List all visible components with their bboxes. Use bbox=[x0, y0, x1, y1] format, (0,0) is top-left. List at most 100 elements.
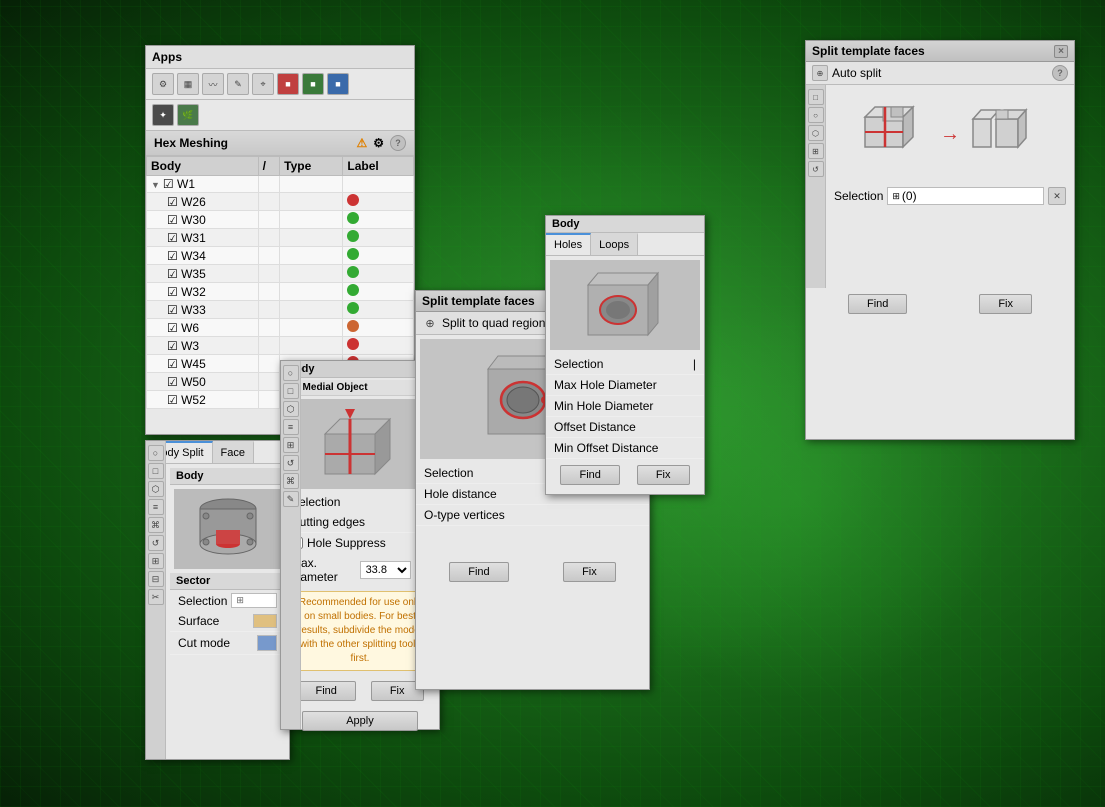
max-diameter-row: Max. diameter 33.8 ⇅ bbox=[283, 553, 437, 587]
toolbar-btn-4[interactable]: ≡ bbox=[148, 499, 164, 515]
toolbar-btn-3[interactable]: ⬡ bbox=[148, 481, 164, 497]
split-arrow: → bbox=[940, 123, 960, 146]
bs-btn-4[interactable]: ≡ bbox=[283, 419, 299, 435]
bh-selection-label: Selection bbox=[554, 357, 603, 371]
app-icon-3[interactable]: 〰 bbox=[202, 73, 224, 95]
sector-shape-svg bbox=[188, 494, 268, 564]
bs-apply-button[interactable]: Apply bbox=[302, 711, 419, 731]
str-sel-icon: ⊞ bbox=[892, 191, 900, 202]
warning-icon: ⚠ bbox=[356, 136, 367, 150]
bs-btn-6[interactable]: ↺ bbox=[283, 455, 299, 471]
tree-row-w34[interactable]: ☑ W34 bbox=[147, 247, 414, 265]
app-icon-9[interactable]: ✦ bbox=[152, 104, 174, 126]
cut-mode-row: Cut mode bbox=[170, 632, 285, 655]
tab-face[interactable]: Face bbox=[213, 441, 254, 463]
auto-split-label: Auto split bbox=[832, 66, 881, 80]
bs-btn-5[interactable]: ⊞ bbox=[283, 437, 299, 453]
bs-btn-8[interactable]: ✎ bbox=[283, 491, 299, 507]
app-icon-5[interactable]: ⌖ bbox=[252, 73, 274, 95]
tree-row-w6[interactable]: ☑ W6 bbox=[147, 319, 414, 337]
cut-mode-icon[interactable] bbox=[257, 635, 277, 651]
bs-btn-7[interactable]: ⌘ bbox=[283, 473, 299, 489]
toolbar-btn-8[interactable]: ⊟ bbox=[148, 571, 164, 587]
toolbar-btn-7[interactable]: ⊞ bbox=[148, 553, 164, 569]
side-toolbar: ○ □ ⬡ ≡ ⌘ ↺ ⊞ ⊟ ✂ bbox=[146, 441, 166, 759]
tree-row-w31[interactable]: ☑ W31 bbox=[147, 229, 414, 247]
mode-icon-1[interactable]: ⊕ bbox=[812, 65, 828, 81]
hex-meshing-title: Hex Meshing bbox=[154, 136, 228, 150]
tree-row-w33[interactable]: ☑ W33 bbox=[147, 301, 414, 319]
hex-meshing-title-bar: Hex Meshing ⚠ ⚙ ? bbox=[146, 131, 414, 156]
surface-label: Surface bbox=[178, 614, 219, 628]
str-fix-button[interactable]: Fix bbox=[979, 294, 1032, 314]
auto-split-help[interactable]: ? bbox=[1052, 65, 1068, 81]
o-type-row: O-type vertices bbox=[416, 505, 649, 526]
str-btn-4[interactable]: ⊞ bbox=[808, 143, 824, 159]
toolbar-btn-1[interactable]: ○ bbox=[148, 445, 164, 461]
diameter-select[interactable]: 33.8 bbox=[360, 561, 412, 579]
apps-icons-row1: ⚙ ▦ 〰 ✎ ⌖ ■ ■ ■ bbox=[146, 69, 414, 100]
tree-row-w3[interactable]: ☑ W3 bbox=[147, 337, 414, 355]
app-icon-2[interactable]: ▦ bbox=[177, 73, 199, 95]
apps-bar: Apps bbox=[146, 46, 414, 69]
str-find-button[interactable]: Find bbox=[848, 294, 907, 314]
split-template-right-title: Split template faces × bbox=[806, 41, 1074, 62]
settings-icon[interactable]: ⚙ bbox=[373, 136, 384, 150]
str-btn-3[interactable]: ⬡ bbox=[808, 125, 824, 141]
max-hole-label: Max Hole Diameter bbox=[554, 378, 657, 392]
help-button[interactable]: ? bbox=[390, 135, 406, 151]
col-label: Label bbox=[343, 157, 414, 176]
apps-title: Apps bbox=[152, 50, 182, 64]
offset-row: Offset Distance bbox=[546, 417, 704, 438]
hole-suppress-label[interactable]: Hole Suppress bbox=[291, 536, 429, 550]
body-split-tab-panel: Body Split Face ○ □ ⬡ ≡ ⌘ ↺ ⊞ ⊟ ✂ Body bbox=[145, 440, 290, 760]
str-toolbar: □ ○ ⬡ ⊞ ↺ bbox=[806, 85, 826, 288]
app-icon-1[interactable]: ⚙ bbox=[152, 73, 174, 95]
app-icon-8[interactable]: ■ bbox=[327, 73, 349, 95]
tree-row-w26[interactable]: ☑ W26 bbox=[147, 193, 414, 211]
app-icon-10[interactable]: 🌿 bbox=[177, 104, 199, 126]
bs-btn-2[interactable]: □ bbox=[283, 383, 299, 399]
offset-label: Offset Distance bbox=[554, 420, 636, 434]
toolbar-btn-5[interactable]: ⌘ bbox=[148, 517, 164, 533]
str-selection-row: Selection ⊞ (0) ✕ bbox=[826, 184, 1074, 208]
bh-find-button[interactable]: Find bbox=[560, 465, 619, 485]
stm-find-button[interactable]: Find bbox=[449, 562, 508, 582]
bs-find-button[interactable]: Find bbox=[296, 681, 355, 701]
close-button[interactable]: × bbox=[1054, 45, 1068, 58]
toolbar-btn-6[interactable]: ↺ bbox=[148, 535, 164, 551]
str-selection-input[interactable]: ⊞ (0) bbox=[887, 187, 1044, 205]
hole-distance-label: Hole distance bbox=[424, 487, 497, 501]
cutting-edges-label: Cutting edges bbox=[291, 515, 365, 529]
toolbar-btn-9[interactable]: ✂ bbox=[148, 589, 164, 605]
tree-row-w35[interactable]: ☑ W35 bbox=[147, 265, 414, 283]
bs-find-fix-row: Find Fix bbox=[283, 675, 437, 707]
cutting-edges-row: Cutting edges bbox=[283, 512, 437, 533]
app-icon-4[interactable]: ✎ bbox=[227, 73, 249, 95]
bh-selection-row: Selection | bbox=[546, 354, 704, 375]
app-icon-7[interactable]: ■ bbox=[302, 73, 324, 95]
cut-mode-label: Cut mode bbox=[178, 636, 230, 650]
tab-loops[interactable]: Loops bbox=[591, 233, 638, 255]
bs-btn-3[interactable]: ⬡ bbox=[283, 401, 299, 417]
tree-row-w30[interactable]: ☑ W30 bbox=[147, 211, 414, 229]
holes-shape-preview bbox=[550, 260, 700, 350]
bs-btn-1[interactable]: ○ bbox=[283, 365, 299, 381]
body-split-content: Body Sector bbox=[166, 464, 289, 659]
min-hole-label: Min Hole Diameter bbox=[554, 399, 653, 413]
toolbar-btn-2[interactable]: □ bbox=[148, 463, 164, 479]
str-btn-2[interactable]: ○ bbox=[808, 107, 824, 123]
bh-fix-button[interactable]: Fix bbox=[637, 465, 690, 485]
tab-holes[interactable]: Holes bbox=[546, 233, 591, 255]
stm-fix-button[interactable]: Fix bbox=[563, 562, 616, 582]
app-icon-6[interactable]: ■ bbox=[277, 73, 299, 95]
tree-row-w32[interactable]: ☑ W32 bbox=[147, 283, 414, 301]
sector-preview bbox=[174, 489, 281, 569]
str-find-fix-row: Find Fix bbox=[806, 288, 1074, 320]
tree-row-w1[interactable]: ▼☑ W1 bbox=[147, 176, 414, 193]
split-template-right-panel: Split template faces × ⊕ Auto split ? □ … bbox=[805, 40, 1075, 440]
str-btn-1[interactable]: □ bbox=[808, 89, 824, 105]
str-btn-5[interactable]: ↺ bbox=[808, 161, 824, 177]
str-sel-clear[interactable]: ✕ bbox=[1048, 187, 1066, 205]
selection-input[interactable]: ⊞ bbox=[231, 593, 277, 608]
